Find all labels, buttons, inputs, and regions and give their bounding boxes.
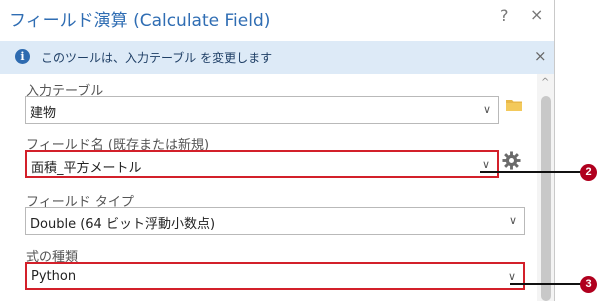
expression-type-value: Python xyxy=(31,269,77,284)
close-button[interactable]: × xyxy=(530,5,543,24)
field-name-dropdown[interactable]: 面積_平方メートル ∨ xyxy=(25,150,499,178)
chevron-down-icon: ∨ xyxy=(507,270,516,283)
field-type-value: Double (64 ビット浮動小数点) xyxy=(30,217,216,232)
chevron-down-icon: ∨ xyxy=(481,158,490,171)
dialog-title: フィールド演算 (Calculate Field) xyxy=(9,11,271,31)
callout-badge-2: 2 xyxy=(580,164,597,181)
banner-close-button[interactable]: × xyxy=(534,47,547,65)
folder-icon[interactable] xyxy=(506,98,522,111)
field-type-dropdown[interactable]: Double (64 ビット浮動小数点) ∨ xyxy=(25,207,525,235)
callout-badge-3: 3 xyxy=(580,276,597,293)
vertical-scrollbar[interactable]: ^ xyxy=(537,74,554,301)
info-icon: i xyxy=(15,49,30,64)
scroll-thumb[interactable] xyxy=(541,96,551,301)
calculate-field-panel: フィールド演算 (Calculate Field) ? × i このツールは、入… xyxy=(0,0,555,301)
chevron-down-icon: ∨ xyxy=(508,214,517,227)
chevron-down-icon: ∨ xyxy=(482,103,491,116)
input-table-value: 建物 xyxy=(30,106,57,121)
input-table-dropdown[interactable]: 建物 ∨ xyxy=(25,96,499,124)
field-name-value: 面積_平方メートル xyxy=(31,161,142,176)
expression-type-dropdown[interactable]: Python ∨ xyxy=(25,262,525,290)
gear-icon[interactable] xyxy=(502,151,521,170)
info-banner: i このツールは、入力テーブル を変更します × xyxy=(0,41,554,74)
banner-message: このツールは、入力テーブル を変更します xyxy=(41,51,273,65)
callout-line-2 xyxy=(480,171,583,173)
help-button[interactable]: ? xyxy=(500,6,509,25)
title-bar: フィールド演算 (Calculate Field) ? × xyxy=(0,0,554,34)
scroll-up-icon[interactable]: ^ xyxy=(541,77,549,88)
callout-line-3 xyxy=(510,283,583,285)
